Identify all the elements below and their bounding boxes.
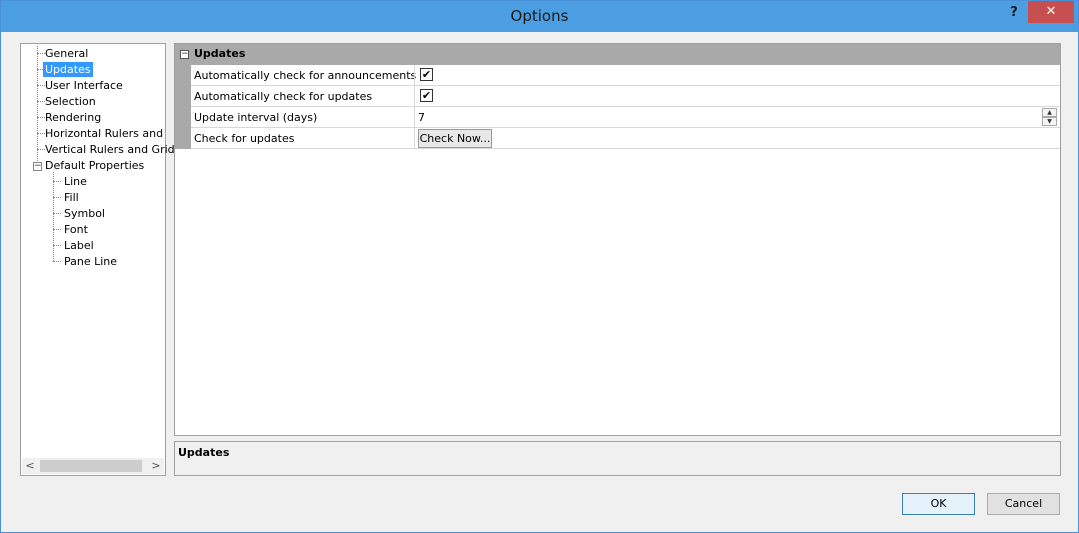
check-now-button[interactable]: Check Now... (418, 129, 492, 148)
tree-connector (53, 213, 61, 214)
tree-connector (53, 181, 61, 182)
tree-item-horizontal-rulers[interactable]: Horizontal Rulers and Gri (43, 126, 165, 141)
tree-item-symbol[interactable]: Symbol (62, 206, 107, 221)
collapse-icon[interactable]: − (33, 162, 42, 171)
interval-spinner[interactable]: ▲ ▼ (1042, 108, 1057, 126)
checkmark-icon: ✔ (421, 89, 432, 102)
property-name: Check for updates (194, 132, 295, 145)
options-tree[interactable]: General Updates User Interface Selection… (20, 43, 175, 476)
tree-item-updates[interactable]: Updates (43, 62, 93, 77)
column-divider[interactable] (414, 86, 415, 107)
property-name: Automatically check for announcements (194, 69, 417, 82)
tree-item-line[interactable]: Line (62, 174, 89, 189)
tree-item-vertical-rulers[interactable]: Vertical Rulers and Grid (43, 142, 177, 157)
property-row-updates[interactable]: Automatically check for updates ✔ (191, 86, 1060, 107)
description-title: Updates (178, 446, 230, 459)
tree-connector (53, 261, 61, 262)
tree-item-font[interactable]: Font (62, 222, 90, 237)
tree-horizontal-scrollbar[interactable]: < > (22, 458, 164, 474)
tree-item-pane-line[interactable]: Pane Line (62, 254, 119, 269)
close-icon: ✕ (1045, 4, 1057, 19)
property-row-check-for-updates[interactable]: Check for updates Check Now... (191, 128, 1060, 149)
tree-connector (53, 245, 61, 246)
grid-gutter (175, 65, 191, 149)
tree-item-selection[interactable]: Selection (43, 94, 98, 109)
collapse-icon[interactable]: − (180, 50, 189, 59)
updates-checkbox[interactable]: ✔ (420, 89, 433, 102)
category-label: Updates (194, 47, 246, 60)
property-grid: − Updates Automatically check for announ… (174, 43, 1061, 436)
title-bar[interactable]: Options ? ✕ (1, 1, 1078, 32)
close-button[interactable]: ✕ (1028, 1, 1074, 23)
tree-item-rendering[interactable]: Rendering (43, 110, 103, 125)
scroll-right-icon[interactable]: > (148, 458, 164, 474)
tree-item-default-properties[interactable]: Default Properties (43, 158, 146, 173)
property-row-update-interval[interactable]: Update interval (days) 7 ▲ ▼ (191, 107, 1060, 128)
tree-connector (53, 172, 54, 261)
checkmark-icon: ✔ (421, 68, 432, 81)
ok-button[interactable]: OK (902, 493, 975, 515)
category-row-updates[interactable]: − Updates (175, 44, 1060, 65)
tree-connector (37, 46, 38, 163)
property-row-announcements[interactable]: Automatically check for announcements ✔ (191, 65, 1060, 86)
tree-item-user-interface[interactable]: User Interface (43, 78, 125, 93)
tree-item-label[interactable]: Label (62, 238, 96, 253)
resize-grip-icon[interactable] (1065, 519, 1075, 529)
tree-connector (53, 229, 61, 230)
property-name: Update interval (days) (194, 111, 318, 124)
window-title: Options (510, 7, 569, 25)
cancel-button[interactable]: Cancel (987, 493, 1060, 515)
tree-connector (53, 197, 61, 198)
tree-item-fill[interactable]: Fill (62, 190, 81, 205)
column-divider[interactable] (414, 65, 415, 86)
help-button[interactable]: ? (1004, 4, 1024, 24)
spin-down-icon[interactable]: ▼ (1042, 117, 1057, 126)
tree-item-general[interactable]: General (43, 46, 90, 61)
announcements-checkbox[interactable]: ✔ (420, 68, 433, 81)
column-divider[interactable] (414, 128, 415, 149)
options-dialog: Options ? ✕ General Updates User Interfa… (0, 0, 1079, 533)
scrollbar-thumb[interactable] (40, 460, 142, 472)
description-panel: Updates (174, 441, 1061, 476)
scroll-left-icon[interactable]: < (22, 458, 38, 474)
spin-up-icon[interactable]: ▲ (1042, 108, 1057, 117)
column-divider[interactable] (414, 107, 415, 128)
update-interval-input[interactable]: 7 (418, 111, 425, 124)
property-name: Automatically check for updates (194, 90, 373, 103)
